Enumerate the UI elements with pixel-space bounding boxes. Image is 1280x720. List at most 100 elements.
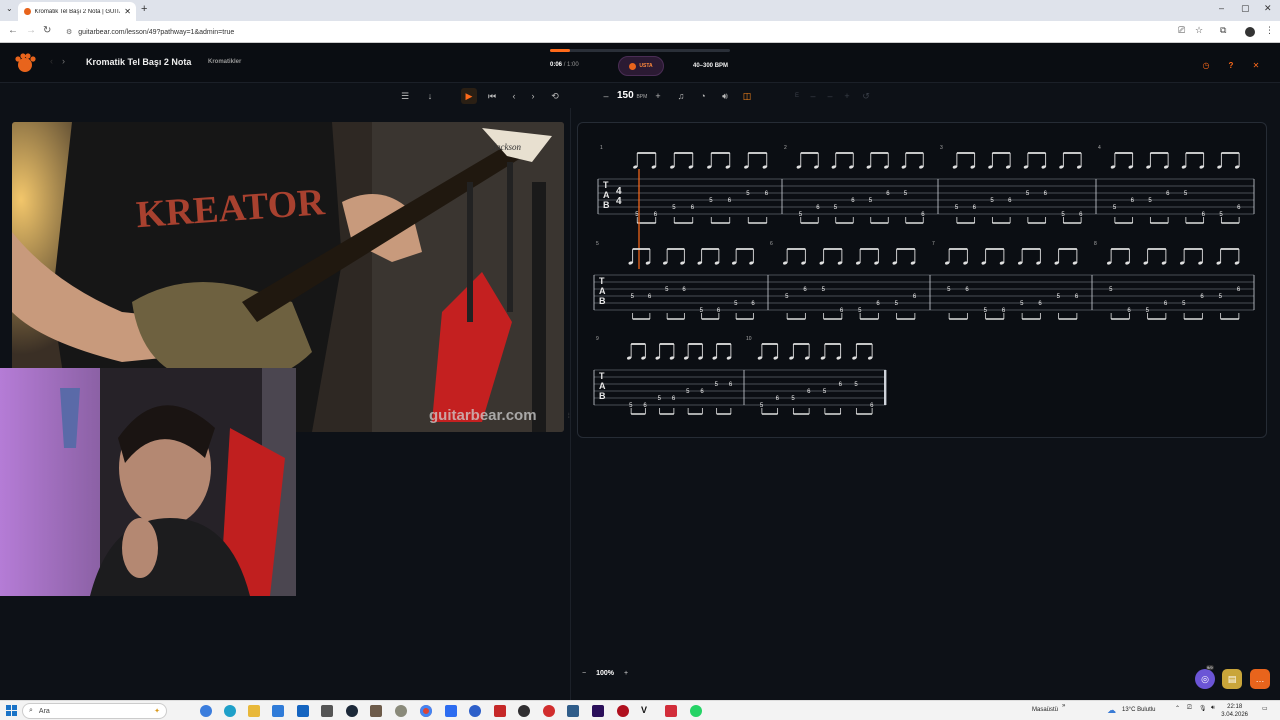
webcam-overlay [0,368,296,596]
app-copilot-icon[interactable] [200,705,212,717]
zoom-in-button[interactable]: + [624,670,628,677]
weather-text[interactable]: 13°C Bulutlu [1122,707,1155,713]
menu-list-icon[interactable]: ☰ [398,89,412,103]
tab-fret-number: 5 [658,396,662,402]
taskbar-search[interactable]: ⌕ Ara ✦ [22,703,167,719]
forward-icon[interactable]: → [26,25,36,36]
tab-clef-letter: T [599,371,605,381]
tablature-svg[interactable]: TAB4415 65 65 65 6256 56 56 5635 65 65 65 6456 56 56 5… [578,123,1268,439]
browser-tab[interactable]: Kromatik Tel Başı 2 Nota | GUITA ✕ [18,2,136,21]
header-back-icon[interactable]: ‹ [50,56,53,66]
tab-fret-number: 6 [728,198,732,204]
tab-fret-number: 6 [1237,205,1241,211]
app-zoom-icon[interactable] [445,705,457,717]
panel-divider[interactable] [570,108,571,700]
tempo-plus-button[interactable]: + [651,89,665,103]
tab-fret-number: 5 [823,389,827,395]
url-field[interactable]: ⚙ guitarbear.com/lesson/49?pathway=1&adm… [60,24,1170,40]
playback-progress-bar[interactable] [550,49,730,52]
app-capcut-icon[interactable] [665,705,677,717]
tray-overflow-icon[interactable]: ⌃ [1175,705,1180,712]
zoom-out-button[interactable]: − [582,670,586,677]
tab-measure-number: 5 [596,241,599,247]
app-obs-icon[interactable] [518,705,530,717]
app-store-icon[interactable] [272,705,284,717]
maximize-button[interactable]: ▢ [1241,3,1250,14]
profile-avatar-icon[interactable] [1245,27,1255,37]
notifications-icon[interactable]: ▭ [1262,705,1268,712]
layout-split-icon[interactable]: ◫ [740,89,754,103]
loop-icon[interactable]: ⟲ [548,89,562,103]
minimize-button[interactable]: – [1219,3,1224,13]
play-button[interactable]: ▶ [461,88,477,104]
network-icon[interactable]: ⎚ [1187,705,1192,712]
countdown-icon[interactable]: ◔ [696,89,710,103]
app-moon-icon[interactable] [395,705,407,717]
achievement-button[interactable]: ◎ [1195,669,1215,689]
bookmark-star-icon[interactable]: ☆ [1195,25,1203,36]
app-media-icon[interactable] [494,705,506,717]
app-vivaldi-icon[interactable]: V [641,705,653,717]
tab-clef-letter: A [603,190,610,200]
level-label: USTA [639,63,653,69]
app-whatsapp-icon[interactable] [690,705,702,717]
close-tab-icon[interactable]: ✕ [124,7,131,16]
app-opera-icon[interactable] [543,705,555,717]
guitarbear-logo-icon[interactable] [14,52,36,74]
tempo-minus-button[interactable]: – [599,89,613,103]
desktop-label[interactable]: Masaüstü [1032,707,1058,713]
tempo-display[interactable]: 150 BPM [617,90,647,101]
close-window-button[interactable]: ✕ [1264,3,1272,14]
resize-handle-icon[interactable]: ⦙ [568,413,570,421]
total-time: 1:00 [567,62,579,68]
chat-button[interactable]: … [1250,669,1270,689]
app-outlook-icon[interactable] [297,705,309,717]
help-icon[interactable]: ? [1223,57,1239,73]
extensions-icon[interactable]: ⧉ [1220,25,1226,36]
tab-fret-number: 5 [1109,287,1113,293]
start-icon[interactable] [6,705,17,716]
back-icon[interactable]: ← [8,25,18,36]
app-calculator-icon[interactable] [321,705,333,717]
tab-fret-number: 5 [791,396,795,402]
app-chrome-icon[interactable] [420,705,432,717]
tab-fret-number: 6 [729,382,733,388]
history-icon[interactable]: ◷ [1198,57,1214,73]
header-forward-icon[interactable]: › [62,56,65,66]
tab-fret-number: 6 [700,389,704,395]
weather-icon[interactable]: ☁ [1107,705,1116,716]
install-app-icon[interactable]: ⎚ [1178,25,1185,36]
app-explorer-icon[interactable] [248,705,260,717]
tab-fret-number: 5 [904,191,908,197]
reload-icon[interactable]: ↻ [43,25,51,36]
browser-menu-icon[interactable]: ⋮ [1265,25,1274,36]
app-record-icon[interactable] [617,705,629,717]
app-tool-icon[interactable] [370,705,382,717]
tab-fret-number: 5 [834,205,838,211]
app-editor-icon[interactable] [567,705,579,717]
desktop-chevron-icon[interactable]: » [1062,703,1065,709]
next-measure-icon[interactable]: › [526,89,540,103]
metronome-icon[interactable]: ♫ [674,89,688,103]
download-icon[interactable]: ↓ [423,89,437,103]
app-steam-icon[interactable] [346,705,358,717]
notes-button[interactable]: ▤ [1222,669,1242,689]
tab-fret-number: 5 [1020,301,1024,307]
app-premiere-icon[interactable] [592,705,604,717]
previous-measure-icon[interactable]: ‹ [507,89,521,103]
tab-fret-number: 5 [631,294,635,300]
speaker-icon[interactable]: 🔊︎ [1211,705,1215,712]
tab-fret-number: 6 [776,396,780,402]
volume-icon[interactable]: 🔊︎ [718,89,732,103]
new-tab-button[interactable]: + [141,3,147,15]
url-text: guitarbear.com/lesson/49?pathway=1&admin… [78,28,235,36]
tab-list-icon[interactable]: ⌄ [6,4,13,13]
app-vpn-icon[interactable] [469,705,481,717]
site-info-icon[interactable]: ⚙ [66,28,72,36]
skip-start-icon[interactable]: ⏮ [485,89,499,103]
microphone-icon[interactable]: 🎙︎ [1199,705,1207,712]
system-clock[interactable]: 22:18 3.04.2026 [1221,703,1248,719]
close-lesson-icon[interactable]: ✕ [1248,57,1264,73]
app-edge-icon[interactable] [224,705,236,717]
tab-fret-number: 5 [734,301,738,307]
